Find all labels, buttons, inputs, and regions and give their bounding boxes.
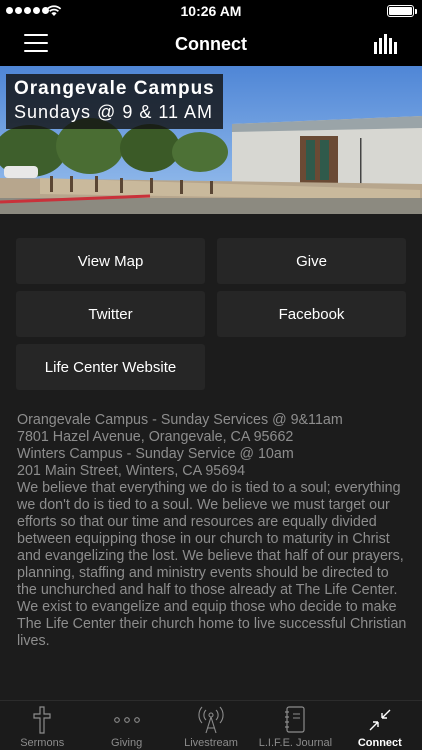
tab-sermons[interactable]: Sermons bbox=[0, 701, 84, 750]
info-line: Winters Campus - Sunday Service @ 10am bbox=[17, 446, 294, 462]
banner-subtitle: Sundays @ 9 & 11 AM bbox=[14, 102, 214, 122]
tab-giving[interactable]: Giving bbox=[84, 701, 168, 750]
tab-bar: Sermons Giving Livestream L.I.F.E. Journ… bbox=[0, 700, 422, 750]
tab-label: Sermons bbox=[20, 737, 65, 749]
info-line: 201 Main Street, Winters, CA 95694 bbox=[17, 463, 246, 479]
banner-title: Orangevale Campus bbox=[14, 78, 215, 99]
equalizer-icon[interactable] bbox=[374, 34, 398, 54]
facebook-button[interactable]: Facebook bbox=[217, 291, 406, 337]
connect-icon bbox=[369, 709, 391, 731]
journal-icon bbox=[285, 706, 306, 733]
website-button[interactable]: Life Center Website bbox=[16, 344, 205, 390]
status-time: 10:26 AM bbox=[180, 3, 242, 19]
dots-icon bbox=[113, 717, 140, 723]
tab-connect[interactable]: Connect bbox=[338, 701, 422, 750]
campus-info-text: Orangevale Campus - Sunday Services @ 9&… bbox=[17, 412, 409, 650]
status-bar: 10:26 AM bbox=[0, 0, 422, 22]
connect-content: View Map Give Twitter Facebook Life Cent… bbox=[0, 214, 422, 700]
tab-label: Connect bbox=[357, 737, 402, 749]
page-title: Connect bbox=[175, 34, 247, 54]
banner-caption: Orangevale Campus Sundays @ 9 & 11 AM bbox=[6, 74, 223, 129]
tab-label: L.I.F.E. Journal bbox=[258, 737, 333, 749]
tab-livestream[interactable]: Livestream bbox=[169, 701, 253, 750]
broadcast-icon bbox=[198, 706, 224, 734]
navigation-bar: Connect bbox=[0, 22, 422, 66]
info-line: 7801 Hazel Avenue, Orangevale, CA 95662 bbox=[17, 429, 294, 445]
tab-life-journal[interactable]: L.I.F.E. Journal bbox=[253, 701, 337, 750]
view-map-button[interactable]: View Map bbox=[16, 238, 205, 284]
info-line: Orangevale Campus - Sunday Services @ 9&… bbox=[17, 412, 343, 428]
battery-icon bbox=[387, 5, 417, 17]
cross-icon bbox=[33, 706, 51, 734]
give-button[interactable]: Give bbox=[217, 238, 406, 284]
mission-statement: We believe that everything we do is tied… bbox=[17, 480, 407, 649]
tab-label: Giving bbox=[111, 737, 143, 749]
tab-label: Livestream bbox=[184, 737, 238, 749]
twitter-button[interactable]: Twitter bbox=[16, 291, 205, 337]
campus-banner-image: Orangevale Campus Sundays @ 9 & 11 AM bbox=[0, 66, 422, 214]
